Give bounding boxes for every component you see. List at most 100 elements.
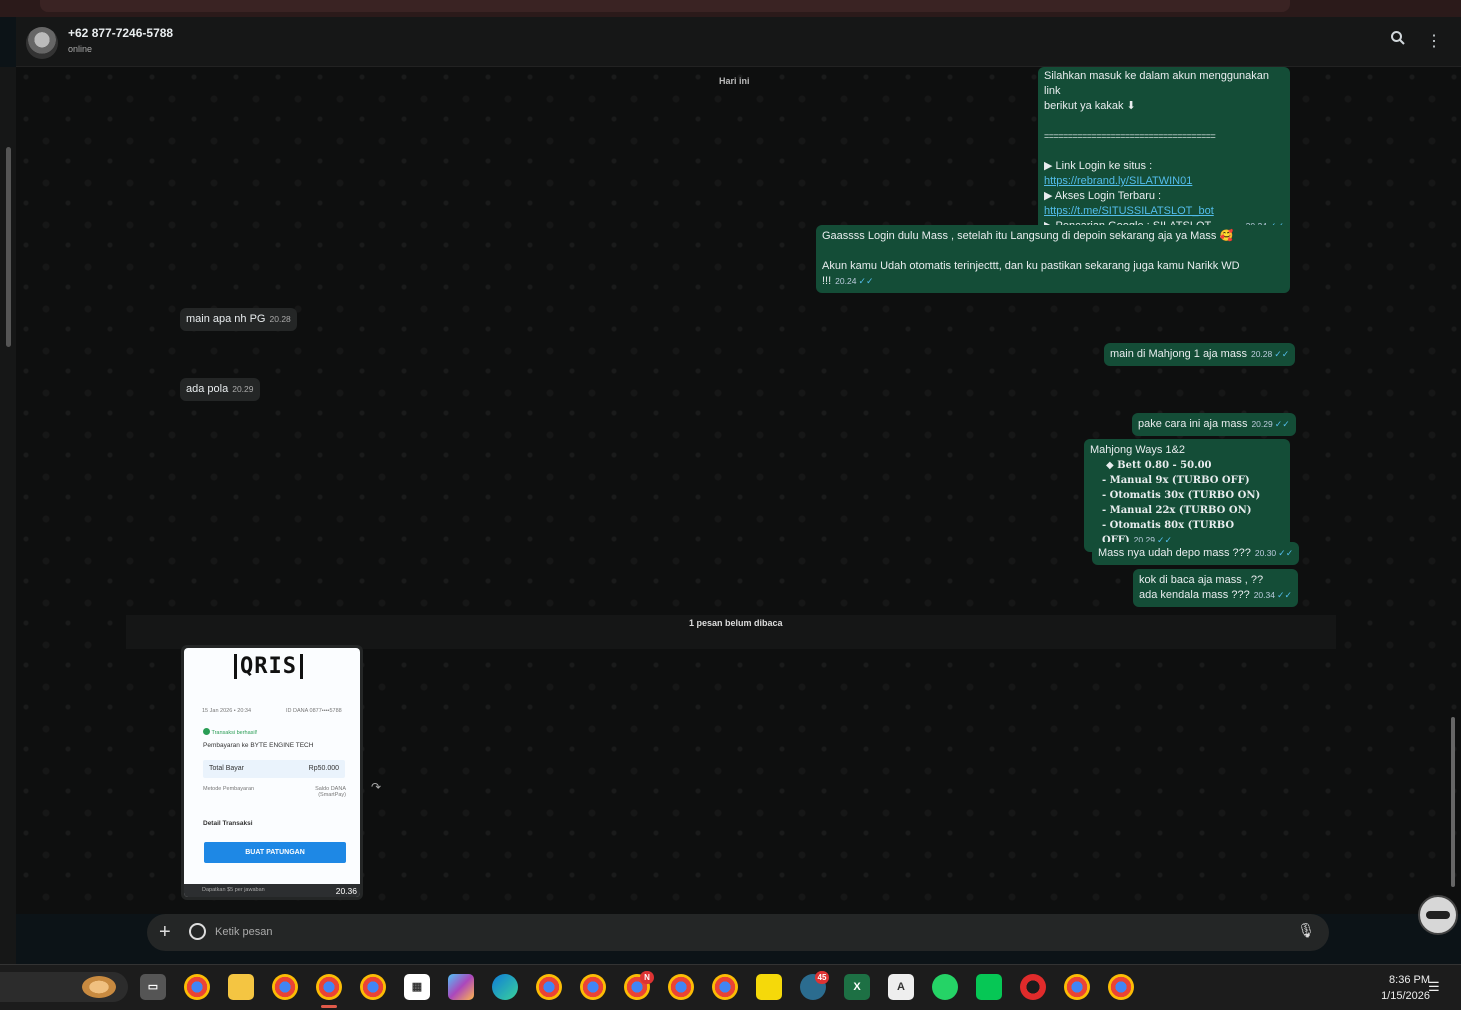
chrome-profile-icon[interactable]: [1108, 974, 1134, 1000]
read-receipt-icon: ✓✓: [1278, 548, 1294, 558]
chrome-profile-icon[interactable]: [1064, 974, 1090, 1000]
message-line: ▶ Akses Login Terbaru :: [1044, 190, 1162, 202]
system-clock[interactable]: 8:36 PM 1/15/2026: [1350, 972, 1430, 1004]
message-input[interactable]: [215, 922, 1275, 942]
file-explorer-icon[interactable]: [228, 974, 254, 1000]
notification-badge: N: [640, 971, 654, 984]
read-receipt-icon: ✓✓: [858, 276, 874, 286]
message-line: Silahkan masuk ke dalam akun menggunakan…: [1044, 70, 1270, 97]
browser-top-strip: [0, 0, 1461, 17]
attach-plus-icon[interactable]: +: [159, 920, 171, 944]
receipt-date: 15 Jan 2026 • 20:34: [202, 708, 252, 714]
check-icon: [203, 728, 210, 735]
chrome-profile-icon[interactable]: [712, 974, 738, 1000]
message-line: - 𝐌𝐚𝐧𝐮𝐚𝐥 22x (TURBO ON): [1102, 505, 1252, 516]
edge-icon[interactable]: [492, 974, 518, 1000]
outgoing-message[interactable]: Mass nya udah depo mass ??? 20.30 ✓✓: [1092, 542, 1300, 565]
copilot-icon[interactable]: [448, 974, 474, 1000]
whatsapp-icon[interactable]: [932, 974, 958, 1000]
incoming-message[interactable]: ada pola 20.29: [180, 378, 260, 401]
read-receipt-icon: ✓✓: [1274, 349, 1290, 359]
opera-icon[interactable]: [1020, 974, 1046, 1000]
notification-center-icon[interactable]: ☰: [1428, 979, 1440, 995]
unread-label: 1 pesan belum dibaca: [689, 618, 783, 628]
receipt-status: Transaksi berhasil!: [203, 728, 257, 736]
message-time: 20.28: [1250, 349, 1273, 359]
store-icon[interactable]: ▦: [404, 974, 430, 1000]
incoming-image-message[interactable]: QRIS 15 Jan 2026 • 20:34 ID DANA 0877•••…: [181, 645, 363, 900]
read-receipt-icon: ✓✓: [1276, 590, 1293, 600]
total-row: Total Bayar Rp50.000: [203, 760, 345, 778]
message-line: - 𝐌𝐚𝐧𝐮𝐚𝐥 9x (TURBO OFF): [1102, 475, 1250, 486]
outgoing-message[interactable]: Silahkan masuk ke dalam akun menggunakan…: [1038, 67, 1290, 238]
notification-count-badge: 45: [815, 971, 829, 984]
scroll-thumb[interactable]: [6, 147, 11, 347]
message-text: pake cara ini aja mass: [1138, 418, 1248, 430]
message-time: 20.24: [835, 276, 857, 286]
receipt-bottom-banner: Dapatkan $5 per jawaban: [184, 884, 360, 897]
message-line: ◆ 𝐁𝐞𝐭𝐭 0.80 - 50.00: [1106, 460, 1212, 471]
avatar[interactable]: [26, 27, 58, 59]
message-time: 20.29: [1251, 419, 1273, 429]
outgoing-message[interactable]: kok di baca aja mass , ?? ada kendala ma…: [1133, 569, 1299, 607]
taskbar-search[interactable]: [0, 972, 128, 1002]
message-line: ====================================: [1044, 131, 1216, 141]
clock-time: 8:36 PM: [1389, 974, 1430, 986]
message-line: [1044, 114, 1284, 129]
qris-logo: QRIS: [234, 654, 303, 679]
chrome-icon[interactable]: [184, 974, 210, 1000]
microphone-icon[interactable]: 🎙: [1297, 922, 1315, 939]
sticker-emoji-icon[interactable]: [189, 923, 206, 940]
active-indicator: [321, 1005, 337, 1008]
contact-name[interactable]: +62 877-7246-5788: [68, 26, 173, 40]
right-scrollbar-thumb[interactable]: [1451, 717, 1455, 887]
chrome-profile-icon[interactable]: [580, 974, 606, 1000]
chrome-profile-icon[interactable]: [360, 974, 386, 1000]
message-line: berikut ya kakak ⬇: [1044, 100, 1136, 112]
message-line: Akun kamu Udah otomatis terinjecttt, dan…: [822, 260, 1240, 287]
browser-tab[interactable]: [40, 0, 1290, 12]
message-time: 20.36: [335, 886, 357, 896]
telegram-link[interactable]: https://t.me/SITUSSILATSLOT_bot: [1044, 204, 1284, 219]
chrome-profile-icon[interactable]: [668, 974, 694, 1000]
windows-taskbar: ▭ ▦ N 45 X A 8:36 PM 1/15/2026 ☰: [0, 964, 1461, 1010]
outgoing-message[interactable]: Gaassss Login dulu Mass , setelah itu La…: [816, 225, 1290, 293]
message-text: main di Mahjong 1 aja mass: [1110, 348, 1247, 360]
task-view-icon[interactable]: ▭: [140, 974, 166, 1000]
method-label: Metode Pembayaran: [203, 786, 255, 792]
message-time: 20.28: [269, 314, 291, 324]
qris-receipt-image[interactable]: QRIS 15 Jan 2026 • 20:34 ID DANA 0877•••…: [184, 648, 360, 897]
total-value: Rp50.000: [308, 765, 339, 772]
floating-ninja-avatar-icon[interactable]: [1418, 895, 1458, 935]
menu-kebab-icon[interactable]: ⋮: [1422, 30, 1446, 54]
outgoing-message[interactable]: main di Mahjong 1 aja mass 20.28 ✓✓: [1104, 343, 1296, 366]
chrome-profile-icon[interactable]: [272, 974, 298, 1000]
chrome-profile-active-icon[interactable]: [316, 974, 342, 1000]
message-title: Mahjong Ways 1&2: [1090, 444, 1185, 456]
outgoing-message[interactable]: pake cara ini aja mass 20.29 ✓✓: [1132, 413, 1296, 436]
incoming-message[interactable]: main apa nh PG 20.28: [180, 308, 297, 331]
search-icon[interactable]: [1386, 30, 1410, 54]
login-link[interactable]: https://rebrand.ly/SILATWIN01: [1044, 174, 1284, 189]
create-split-button: BUAT PATUNGAN: [204, 842, 346, 863]
whatsapp-window: +62 877-7246-5788 online ⋮ Hari ini Sila…: [0, 17, 1461, 964]
line-icon[interactable]: [976, 974, 1002, 1000]
detail-label: Detail Transaksi: [203, 820, 253, 827]
message-time: 20.29: [232, 384, 254, 394]
message-text: Mass nya udah depo mass ???: [1098, 547, 1251, 559]
sticky-notes-icon[interactable]: [756, 974, 782, 1000]
chrome-profile-icon[interactable]: [536, 974, 562, 1000]
date-chip: Hari ini: [719, 76, 750, 86]
message-text: ada pola: [186, 383, 229, 395]
message-line: [822, 244, 1284, 259]
receipt-id: ID DANA 0877••••5788: [286, 708, 342, 714]
message-line: ▶ Link Login ke situs :: [1044, 160, 1153, 172]
message-time: 20.34: [1253, 590, 1275, 600]
left-scrollbar[interactable]: [0, 67, 16, 964]
message-line: [1044, 144, 1284, 159]
forward-icon[interactable]: ↷: [371, 780, 381, 794]
font-viewer-icon[interactable]: A: [888, 974, 914, 1000]
outgoing-message[interactable]: Mahjong Ways 1&2 ◆ 𝐁𝐞𝐭𝐭 0.80 - 50.00 - 𝐌…: [1084, 439, 1290, 552]
method-value: Saldo DANA (SmartPay): [315, 786, 346, 798]
excel-icon[interactable]: X: [844, 974, 870, 1000]
